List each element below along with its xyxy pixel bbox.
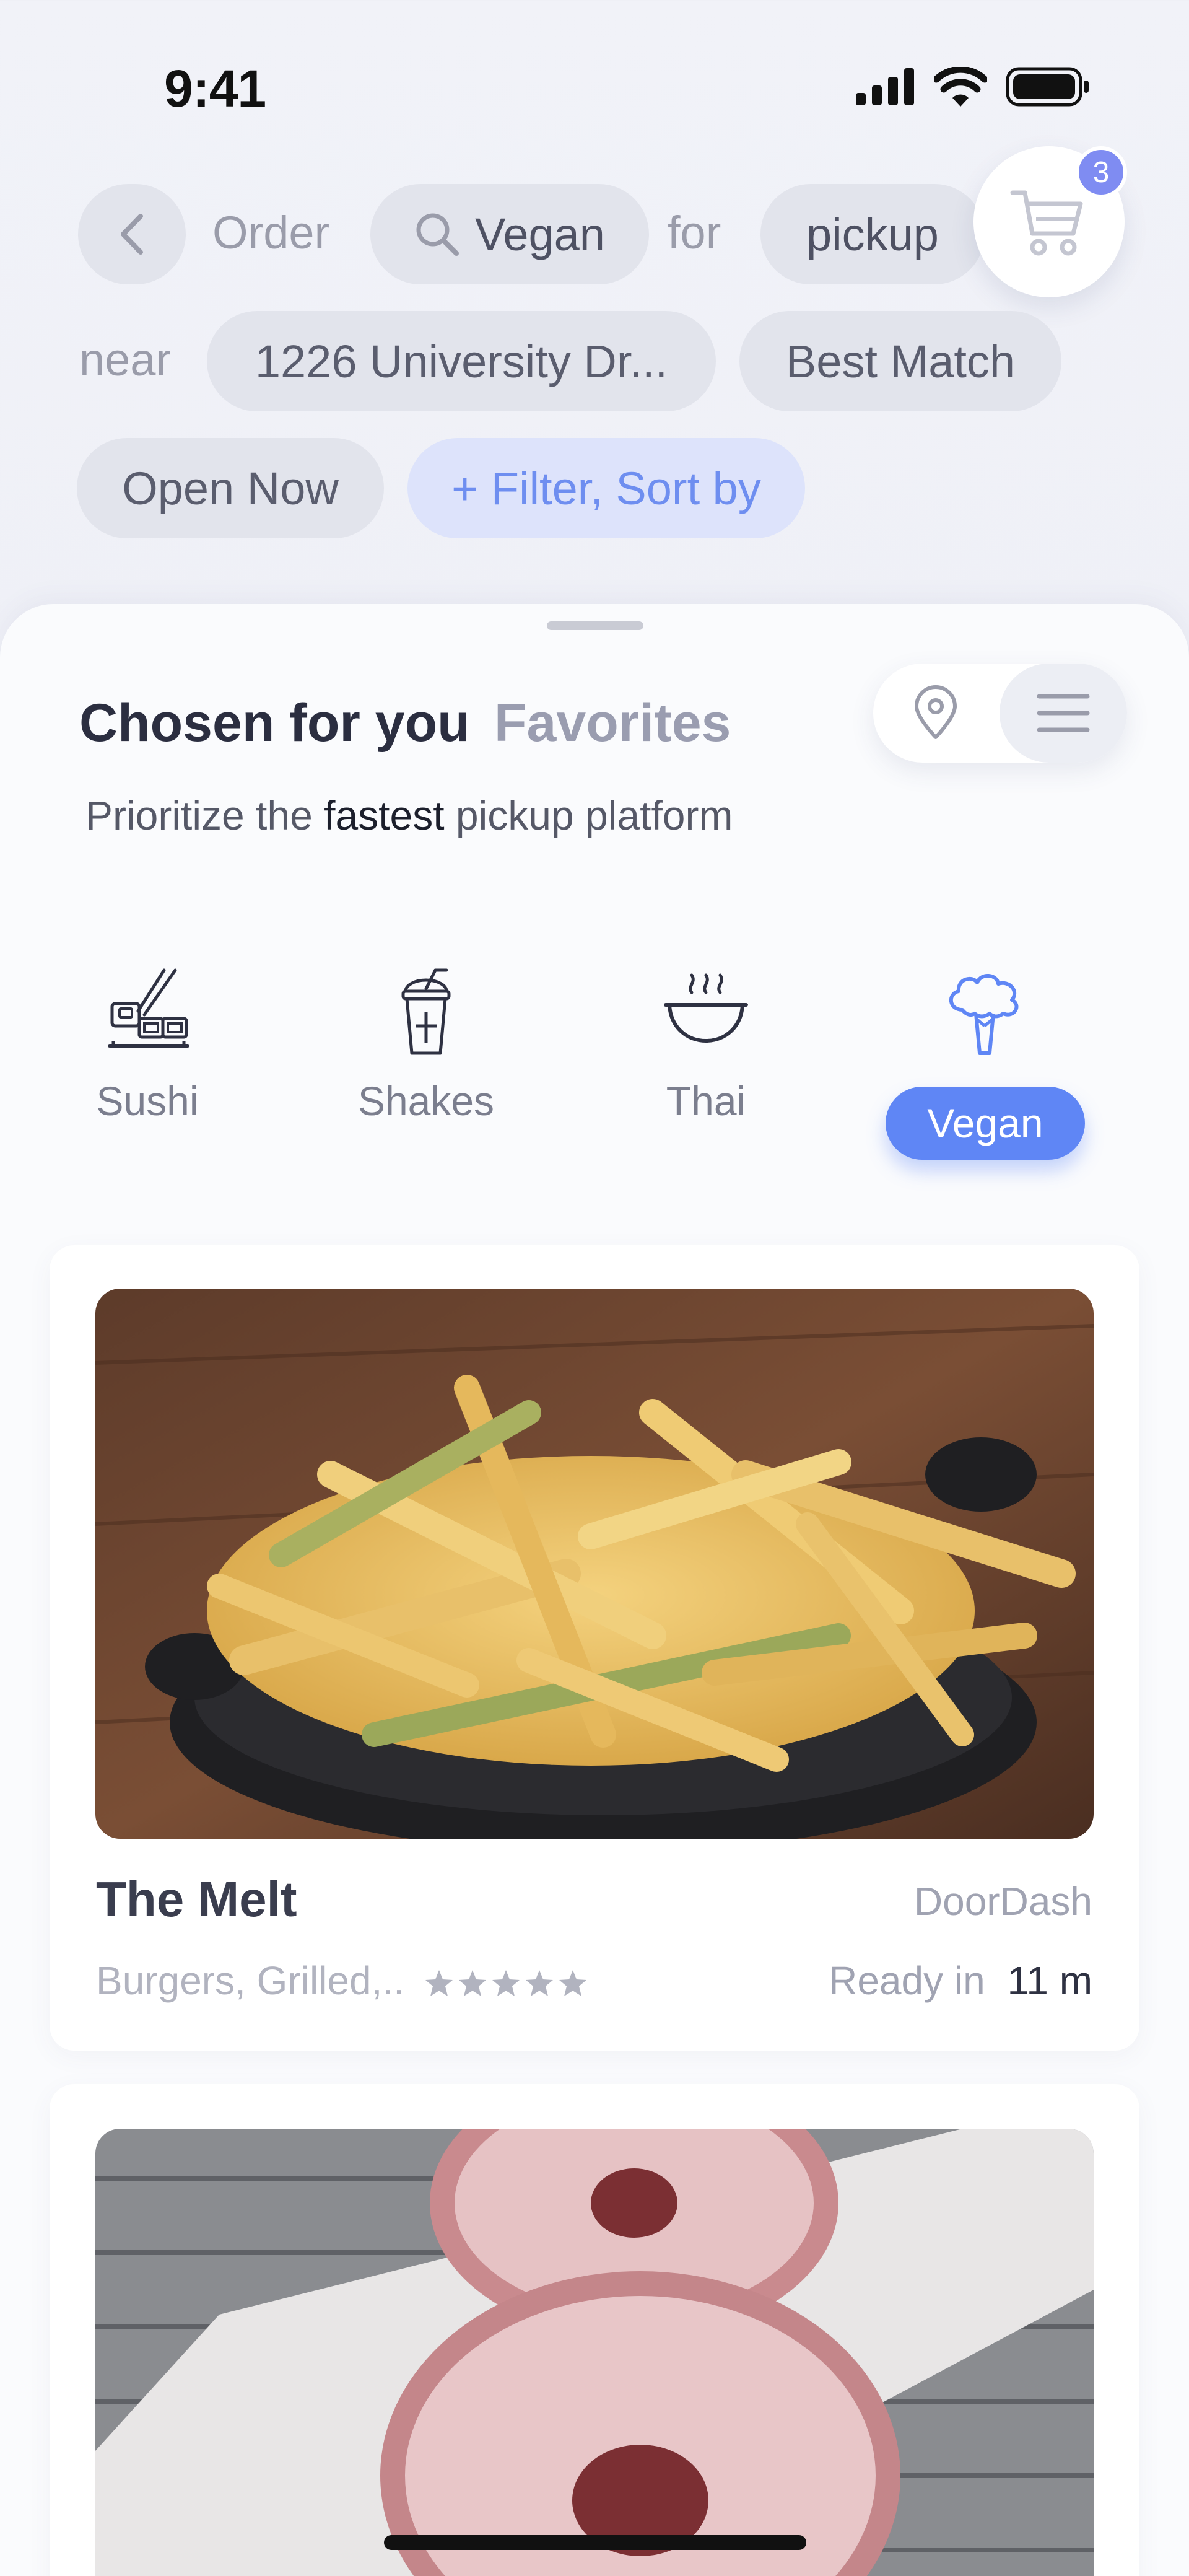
thai-bowl-icon <box>664 973 748 1043</box>
restaurant-photo <box>95 1289 1094 1839</box>
sheet-handle[interactable] <box>547 621 643 630</box>
restaurant-photo <box>95 2129 1094 2576</box>
subtitle: Prioritize the fastest pickup platform <box>85 792 733 839</box>
filter-sort-button[interactable]: + Filter, Sort by <box>407 438 805 538</box>
list-view-icon[interactable] <box>1035 691 1091 735</box>
star-icon <box>559 1970 586 1996</box>
search-query-text: Vegan <box>475 208 605 260</box>
star-icon <box>492 1970 520 1996</box>
category-label: Shakes <box>357 1078 495 1124</box>
cart-icon <box>1010 190 1083 256</box>
category-thai[interactable]: Thai <box>632 966 780 1124</box>
search-icon <box>416 213 459 256</box>
restaurant-name[interactable]: The Melt <box>96 1871 297 1928</box>
search-query-pill[interactable]: Vegan <box>370 184 649 284</box>
status-time: 9:41 <box>164 59 266 118</box>
category-label: Sushi <box>96 1078 199 1124</box>
category-vegan-selected[interactable]: Vegan <box>886 1087 1085 1160</box>
subtitle-suffix: pickup platform <box>444 792 733 838</box>
open-now-pill[interactable]: Open Now <box>77 438 384 538</box>
ready-value: 11 m <box>1007 1958 1092 2003</box>
tab-chosen-for-you[interactable]: Chosen for you <box>79 693 470 754</box>
signal-icon <box>856 68 914 105</box>
near-label: near <box>79 334 172 385</box>
category-shakes[interactable]: Shakes <box>352 966 500 1124</box>
restaurant-platform: DoorDash <box>913 1879 1092 1924</box>
shake-icon <box>401 968 451 1055</box>
cart-count-badge: 3 <box>1075 146 1127 198</box>
back-button[interactable] <box>78 184 186 284</box>
category-sushi[interactable]: Sushi <box>73 966 222 1124</box>
for-label: for <box>668 207 721 258</box>
home-indicator <box>384 2535 806 2550</box>
category-label: Thai <box>666 1078 746 1124</box>
battery-icon <box>1006 67 1089 107</box>
subtitle-prefix: Prioritize the <box>85 792 324 838</box>
sushi-icon <box>108 968 189 1048</box>
map-pin-icon[interactable] <box>908 685 964 741</box>
chevron-left-icon <box>121 214 143 255</box>
broccoli-icon <box>949 974 1019 1055</box>
sort-pill[interactable]: Best Match <box>739 311 1061 411</box>
star-icon <box>425 1970 453 1996</box>
subtitle-emphasis: fastest <box>324 792 445 838</box>
order-label: Order <box>212 207 330 258</box>
ready-label: Ready in <box>829 1958 985 2003</box>
star-icon <box>526 1970 553 1996</box>
restaurant-tags: Burgers, Grilled,.. <box>96 1958 404 2003</box>
rating-stars <box>424 1969 588 1997</box>
ready-time: Ready in 11 m <box>829 1958 1092 2004</box>
wifi-icon <box>934 67 987 107</box>
star-icon <box>459 1970 486 1996</box>
pickup-mode-pill[interactable]: pickup <box>760 184 985 284</box>
status-icons <box>856 67 1090 107</box>
address-pill[interactable]: 1226 University Dr... <box>207 311 716 411</box>
tab-favorites[interactable]: Favorites <box>494 693 731 754</box>
